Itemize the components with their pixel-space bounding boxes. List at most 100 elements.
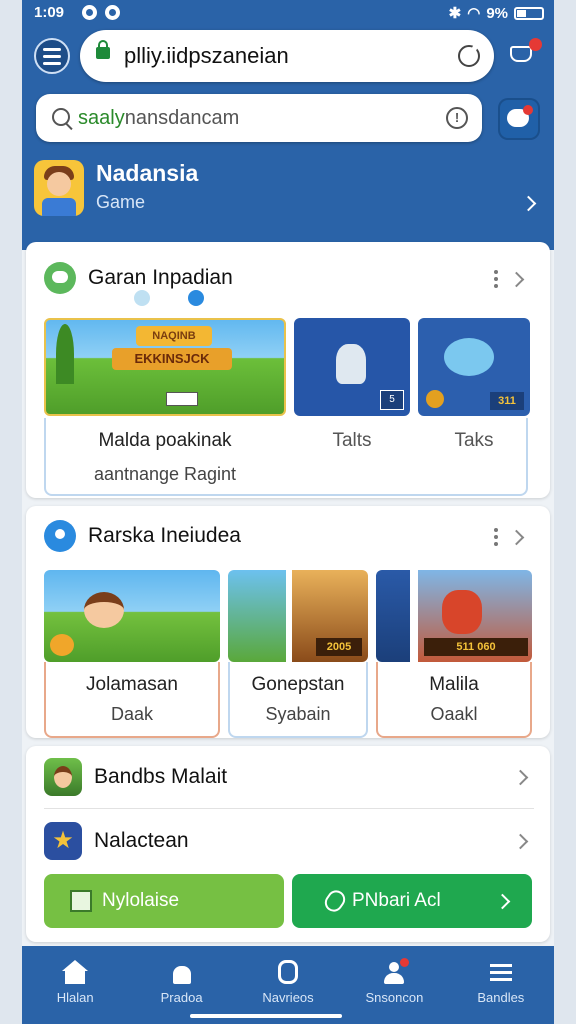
nav-item-shield[interactable]: Navrieos [235, 946, 341, 1024]
tile-label: Malda poakinak [98, 430, 232, 451]
profile-badge [400, 958, 410, 967]
info-icon[interactable]: ! [446, 107, 468, 129]
status-right: ✱ ◠ 9% [449, 4, 544, 22]
menu-line [43, 54, 61, 58]
tile-subtitle: Daak [110, 704, 154, 724]
app-header[interactable]: Nadansia Game [34, 160, 542, 220]
star-glyph: ★ [52, 827, 74, 854]
game-tile[interactable] [44, 570, 220, 662]
notification-icon [82, 5, 97, 20]
location-pin-dot [55, 529, 65, 539]
game-icon-face [54, 766, 72, 788]
more-icon[interactable] [494, 270, 498, 288]
store-icon [169, 960, 195, 984]
game-tile[interactable]: 511 060 [376, 570, 532, 662]
chat-icon-bubble [52, 271, 68, 283]
action-button[interactable]: Nylolaise [44, 874, 284, 928]
game-tile[interactable]: 5 [294, 318, 410, 416]
tile-subtitle: Oaakl [430, 704, 478, 724]
section-card-3: Bandbs Malait ★ Nalactean Nylolaise PNba… [26, 746, 550, 942]
chat-icon [44, 262, 76, 294]
chevron-right-icon[interactable] [520, 195, 537, 212]
tile-badge: 5 [380, 390, 404, 410]
cart-button[interactable] [504, 36, 542, 74]
more-icon-dot [494, 528, 498, 532]
search-query: saalynansdancam [78, 107, 239, 130]
button-label: Nylolaise [102, 890, 180, 911]
cart-icon [510, 46, 532, 62]
nav-item-menu[interactable]: Bandles [448, 946, 554, 1024]
header: 1:09 ✱ ◠ 9% plliy.iidpszaneian saalynans… [22, 0, 554, 250]
menu-icon-line [489, 971, 512, 974]
chevron-right-icon [512, 833, 529, 850]
cart-badge [529, 38, 542, 51]
tile-badge: 2005 [316, 638, 362, 656]
coin-icon [426, 390, 444, 408]
tile-label: Gonepstan [251, 674, 345, 695]
palm-tree-icon [56, 324, 74, 384]
home-icon [62, 960, 89, 984]
location-pin-icon [44, 520, 76, 552]
wifi-icon: ◠ [467, 5, 481, 22]
banner-subtitle: EKKINSJCK [112, 348, 232, 370]
app-frame: 1:09 ✱ ◠ 9% plliy.iidpszaneian saalynans… [22, 0, 554, 1024]
reload-icon[interactable] [458, 45, 480, 67]
status-time: 1:09 [34, 4, 65, 21]
home-indicator [190, 1014, 342, 1018]
bluetooth-icon: ✱ [448, 5, 462, 22]
list-item[interactable]: Bandbs Malait [44, 752, 534, 802]
home-icon-body [65, 970, 86, 984]
game-tile[interactable]: 2005 [228, 570, 368, 662]
status-bar: 1:09 ✱ ◠ 9% [22, 0, 554, 26]
section-card-2: Rarska Ineiudea Jolamasan Daak 2005 Gone… [26, 506, 550, 738]
list-item[interactable]: ★ Nalactean [44, 816, 534, 866]
button-label: PNbari Acl [352, 890, 441, 911]
character-icon [84, 592, 124, 628]
chevron-right-icon[interactable] [508, 271, 525, 288]
menu-button[interactable] [34, 38, 70, 74]
sign-icon [166, 392, 198, 406]
tile-badge: 511 060 [424, 638, 528, 656]
tile-label: Jolamasan [86, 674, 178, 695]
nav-item-profile[interactable]: Snsoncon [341, 946, 447, 1024]
notification-icon [105, 5, 120, 20]
tile-label: Malila [429, 674, 479, 695]
search-icon [52, 108, 70, 126]
chat-button[interactable] [498, 98, 540, 140]
url-bar[interactable]: plliy.iidpszaneian [80, 30, 494, 82]
menu-icon-line [489, 978, 512, 981]
tile-label: Talts [332, 430, 372, 451]
action-button[interactable]: PNbari Acl [292, 874, 532, 928]
more-icon-dot [494, 284, 498, 288]
nav-label: Bandles [477, 990, 525, 1005]
shield-icon [275, 960, 301, 984]
app-logo [34, 160, 84, 216]
app-logo-body [42, 198, 76, 216]
search-input[interactable]: saalynansdancam ! [36, 94, 482, 142]
nav-item-store[interactable]: Pradoa [128, 946, 234, 1024]
chevron-right-icon[interactable] [508, 529, 525, 546]
battery-icon [514, 6, 544, 20]
character-icon [336, 344, 366, 384]
nav-label: Pradoa [160, 990, 203, 1005]
nav-item-home[interactable]: Hlalan [22, 946, 128, 1024]
game-tile-scene [376, 570, 410, 662]
paperclip-icon [321, 886, 349, 916]
list-item-label: Bandbs Malait [94, 765, 228, 788]
profile-icon-head [389, 962, 400, 972]
menu-icon [488, 960, 514, 984]
nav-label: Snsoncon [365, 990, 424, 1005]
more-icon[interactable] [494, 528, 498, 546]
more-icon-dot [494, 277, 498, 281]
tile-badge: 311 [490, 392, 524, 410]
store-icon-body [172, 966, 191, 984]
coin-icon [50, 634, 74, 656]
list-item-label: Nalactean [94, 829, 189, 852]
game-tile[interactable]: 311 [418, 318, 530, 416]
menu-line [43, 47, 61, 51]
divider [44, 808, 534, 809]
game-banner[interactable]: NAQINB EKKINSJCK [44, 318, 286, 416]
edit-icon [70, 890, 92, 912]
nav-label: Hlalan [56, 990, 94, 1005]
star-icon: ★ [44, 822, 82, 860]
